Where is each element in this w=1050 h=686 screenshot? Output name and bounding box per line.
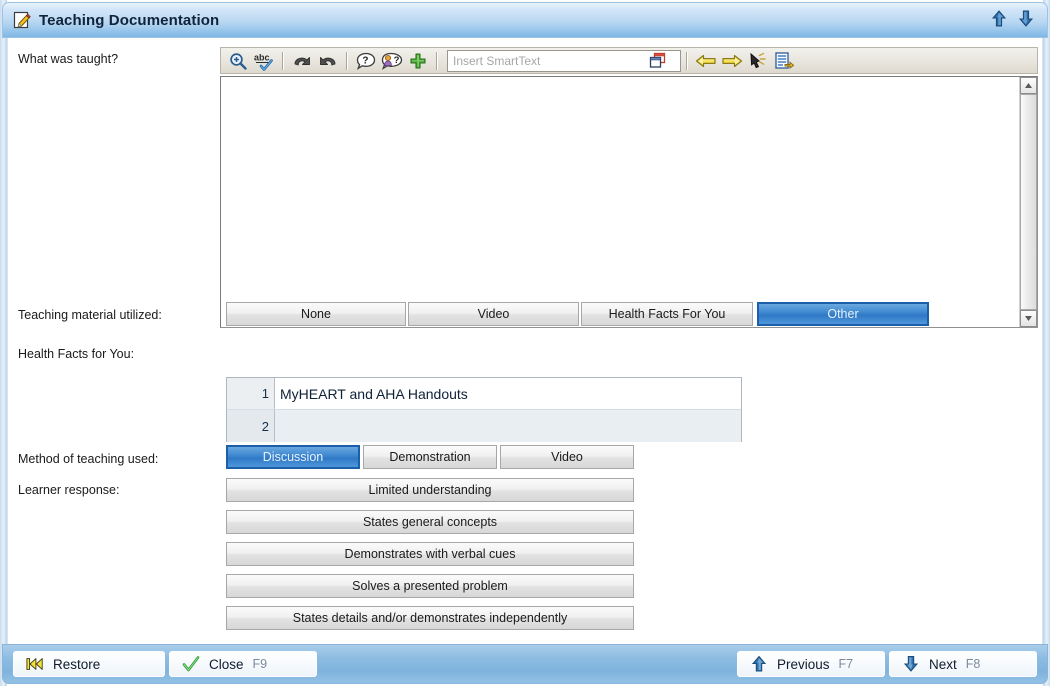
help-bubble-icon[interactable]: ?	[353, 49, 379, 72]
learner-response-option-states-details-independently[interactable]: States details and/or demonstrates indep…	[226, 606, 634, 630]
close-button-label: Close	[209, 656, 244, 672]
what-was-taught-value[interactable]	[225, 80, 1005, 320]
rewind-icon	[26, 655, 44, 673]
close-button-key: F9	[252, 657, 268, 671]
row-number: 2	[227, 410, 275, 442]
previous-button-label: Previous	[777, 656, 830, 672]
svg-text:?: ?	[394, 55, 400, 66]
patient-question-icon[interactable]: ?	[379, 49, 405, 72]
toolbar-separator	[686, 51, 688, 70]
window-titlebar: Teaching Documentation	[2, 2, 1048, 38]
pointer-hand-icon[interactable]	[745, 49, 771, 72]
scroll-down-button[interactable]	[1020, 310, 1037, 327]
method-option-video[interactable]: Video	[500, 445, 634, 469]
health-facts-label: Health Facts for You:	[18, 347, 135, 361]
redo-icon[interactable]	[315, 49, 341, 72]
restore-button[interactable]: Restore	[13, 651, 165, 677]
titlebar-actions	[990, 9, 1035, 32]
arrow-down-icon	[902, 655, 920, 673]
undo-icon[interactable]	[289, 49, 315, 72]
toolbar-separator	[282, 51, 284, 70]
svg-text:abc: abc	[254, 52, 270, 62]
what-was-taught-textarea[interactable]	[220, 76, 1038, 328]
toolbar-separator	[346, 51, 348, 70]
form-client-area: What was taught? abc ? ? Insert SmartTex…	[7, 38, 1043, 644]
method-option-discussion[interactable]: Discussion	[226, 445, 360, 469]
window-frame-right	[1043, 0, 1050, 686]
toolbar-separator	[436, 51, 438, 70]
scrollbar-thumb[interactable]	[1020, 94, 1037, 310]
restore-button-label: Restore	[53, 656, 101, 672]
arrow-up-icon	[750, 655, 768, 673]
learner-response-option-limited-understanding[interactable]: Limited understanding	[226, 478, 634, 502]
teaching-material-option-none[interactable]: None	[226, 302, 406, 326]
learner-response-option-demonstrates-with-verbal-cues[interactable]: Demonstrates with verbal cues	[226, 542, 634, 566]
statusbar-left-actions: Restore Close F9	[13, 651, 317, 677]
next-button-label: Next	[929, 656, 957, 672]
method-of-teaching-label: Method of teaching used:	[18, 452, 159, 466]
close-button[interactable]: Close F9	[169, 651, 317, 677]
next-button-key: F8	[965, 657, 981, 671]
back-arrow-icon[interactable]	[693, 49, 719, 72]
window-statusbar: Restore Close F9 Previous F7 Next F8	[2, 644, 1048, 684]
window-frame-left	[0, 0, 7, 686]
table-row[interactable]: 1 MyHEART and AHA Handouts	[227, 378, 741, 410]
teaching-documentation-window: Teaching Documentation What was taught?	[0, 0, 1050, 686]
editor-toolbar: abc ? ? Insert SmartText	[220, 47, 1038, 74]
next-button[interactable]: Next F8	[889, 651, 1037, 677]
statusbar-right-actions: Previous F7 Next F8	[737, 651, 1037, 677]
spell-check-icon[interactable]: abc	[251, 49, 277, 72]
green-check-icon	[182, 655, 200, 673]
document-pencil-icon	[12, 10, 32, 30]
previous-button[interactable]: Previous F7	[737, 651, 885, 677]
what-was-taught-label: What was taught?	[18, 52, 119, 66]
smarttext-field[interactable]	[447, 49, 681, 72]
svg-text:?: ?	[362, 55, 368, 66]
table-row[interactable]: 2	[227, 410, 741, 442]
document-export-icon[interactable]	[771, 49, 797, 72]
learner-response-option-solves-a-presented-problem[interactable]: Solves a presented problem	[226, 574, 634, 598]
arrow-up-icon[interactable]	[990, 9, 1008, 32]
window-stack-icon[interactable]	[647, 52, 669, 70]
zoom-in-icon[interactable]	[225, 49, 251, 72]
scrollbar-track[interactable]	[1020, 94, 1037, 310]
smarttext-input[interactable]	[448, 51, 647, 70]
health-facts-grid[interactable]: 1 MyHEART and AHA Handouts 2	[226, 377, 742, 442]
learner-response-option-states-general-concepts[interactable]: States general concepts	[226, 510, 634, 534]
row-number: 1	[227, 378, 275, 409]
forward-arrow-icon[interactable]	[719, 49, 745, 72]
learner-response-label: Learner response:	[18, 483, 120, 497]
add-plus-icon[interactable]	[405, 49, 431, 72]
teaching-material-label: Teaching material utilized:	[18, 308, 162, 322]
teaching-material-option-video[interactable]: Video	[408, 302, 579, 326]
arrow-down-icon[interactable]	[1017, 9, 1035, 32]
page-title: Teaching Documentation	[39, 11, 220, 29]
previous-button-key: F7	[838, 657, 854, 671]
row-value[interactable]	[275, 410, 741, 442]
row-value[interactable]: MyHEART and AHA Handouts	[275, 378, 741, 409]
method-option-demonstration[interactable]: Demonstration	[363, 445, 497, 469]
scroll-up-button[interactable]	[1020, 77, 1037, 94]
teaching-material-option-health-facts-for-you[interactable]: Health Facts For You	[581, 302, 753, 326]
teaching-material-option-other[interactable]: Other	[757, 302, 929, 326]
textarea-scrollbar[interactable]	[1019, 77, 1037, 327]
